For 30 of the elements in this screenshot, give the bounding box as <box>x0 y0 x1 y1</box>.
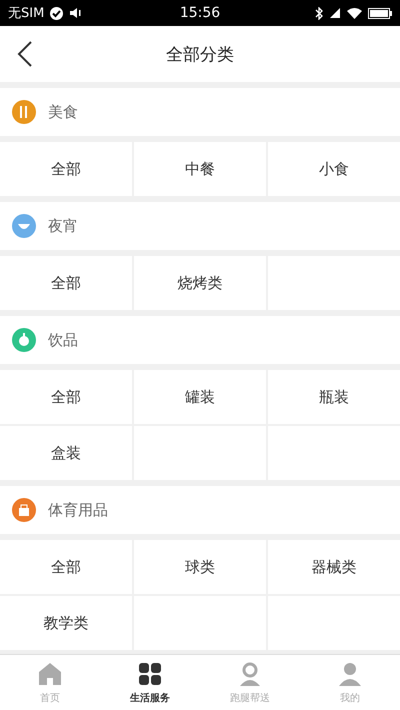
subcategory-item[interactable]: 盒装 <box>0 426 132 480</box>
subcategory-item[interactable]: 烧烤类 <box>134 256 266 310</box>
carrier-label: 无SIM <box>8 5 44 22</box>
category-title: 饮品 <box>48 330 78 350</box>
category-title: 夜宵 <box>48 216 78 236</box>
clock: 15:56 <box>180 5 220 21</box>
subcategory-item[interactable]: 球类 <box>134 540 266 594</box>
subcategory-item[interactable]: 中餐 <box>134 142 266 196</box>
person-icon <box>336 660 364 688</box>
tab-bar-item[interactable]: 生活服务 <box>100 655 200 710</box>
category-title: 美食 <box>48 102 78 122</box>
wifi-icon <box>347 7 362 19</box>
home-icon <box>36 660 64 688</box>
subcategory-item[interactable]: 全部 <box>0 370 132 424</box>
subcategory-item[interactable]: 全部 <box>0 142 132 196</box>
subcategory-item[interactable]: 瓶装 <box>268 370 400 424</box>
category-title: 体育用品 <box>48 500 108 520</box>
check-icon <box>50 6 64 20</box>
signal-icon <box>329 7 341 19</box>
subcategory-item[interactable]: 小食 <box>268 142 400 196</box>
speaker-icon <box>69 7 84 19</box>
subcategory-item[interactable]: 全部 <box>0 256 132 310</box>
subcategory-item[interactable]: 罐装 <box>134 370 266 424</box>
bluetooth-icon <box>315 6 323 20</box>
page-title: 全部分类 <box>165 44 235 66</box>
subcategory-item[interactable]: 器械类 <box>268 540 400 594</box>
subcategory-item[interactable]: 教学类 <box>0 596 132 650</box>
battery-icon <box>368 8 392 18</box>
subcategory-item[interactable]: 全部 <box>0 540 132 594</box>
grid-icon <box>136 660 164 688</box>
